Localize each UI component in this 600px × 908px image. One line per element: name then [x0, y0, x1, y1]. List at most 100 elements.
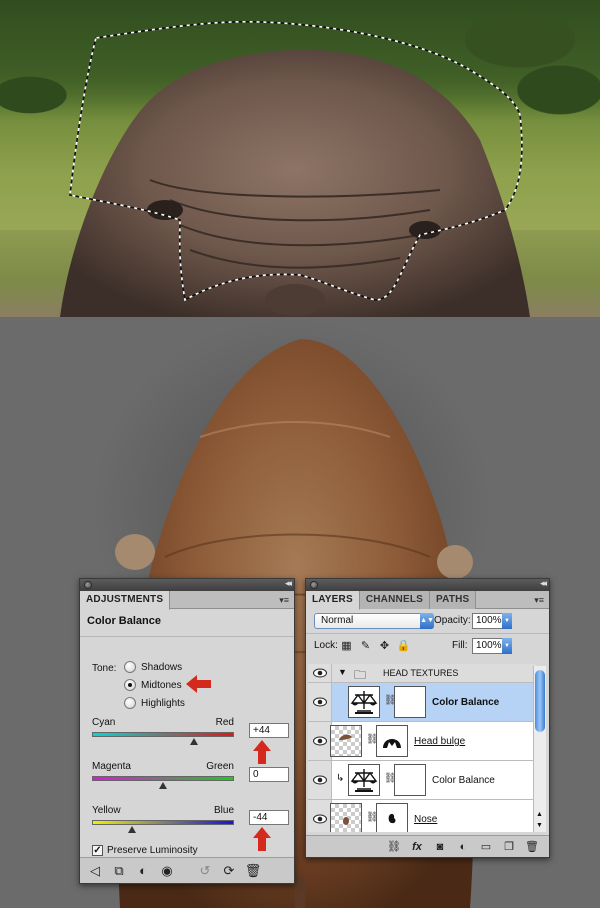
radio-shadows-button[interactable] [124, 661, 136, 673]
adjustments-panel: ◂◂ ADJUSTMENTS ▾≡ Color Balance Tone: Sh… [79, 578, 295, 884]
chevron-down-icon[interactable]: ▲▼ [420, 613, 434, 629]
layers-panel: ◂◂ LAYERS CHANNELS PATHS ▾≡ Normal ▲▼ Op… [305, 578, 550, 858]
yellow-blue-slider[interactable] [92, 820, 234, 825]
slider-green-label: Green [206, 761, 234, 772]
radio-shadows[interactable]: Shadows [124, 661, 182, 673]
layer-row-adjustment[interactable]: ⛓ Color Balance [308, 683, 536, 722]
cyan-red-slider-thumb[interactable] [190, 738, 199, 745]
lock-position-icon[interactable]: ✥ [378, 639, 391, 652]
magenta-green-slider[interactable] [92, 776, 234, 781]
color-balance-scale-icon [348, 764, 380, 796]
trash-icon[interactable]: 🗑 [244, 862, 262, 880]
collapse-panel-icon[interactable]: ◂◂ [285, 578, 292, 589]
cyan-red-slider[interactable] [92, 732, 234, 737]
radio-midtones-button[interactable] [124, 679, 136, 691]
yellow-blue-labels: Yellow Blue [92, 805, 234, 816]
scrollbar-thumb[interactable] [535, 670, 545, 732]
annotation-arrow-left-icon [186, 675, 211, 693]
radio-highlights-label: Highlights [141, 697, 185, 709]
clipping-arrow-icon: ↳ [336, 773, 345, 784]
blend-mode-value: Normal [321, 615, 354, 626]
visibility-eye-icon[interactable] [308, 664, 332, 682]
lock-transparency-icon[interactable]: ▦ [340, 639, 353, 652]
layer-name: Color Balance [432, 697, 500, 708]
layer-thumbnail[interactable] [330, 725, 362, 757]
cyan-red-labels: Cyan Red [92, 717, 234, 728]
opacity-label: Opacity: [434, 615, 471, 626]
lock-all-icon[interactable]: 🔒 [397, 639, 411, 652]
layer-name: Nose [414, 814, 438, 825]
lock-label: Lock: [314, 640, 338, 651]
chevron-down-icon[interactable]: ▼ [502, 613, 512, 629]
layer-name: Head bulge [414, 736, 466, 747]
layer-mask-thumbnail[interactable] [376, 725, 408, 757]
adjustments-footer: ◁ ⧉ ◐ ◉ ↺ ⟳ 🗑 [80, 857, 294, 883]
slider-yellow-label: Yellow [92, 805, 121, 816]
preserve-luminosity-row[interactable]: ✓ Preserve Luminosity [92, 845, 198, 856]
lock-icons: ▦ ✎ ✥ 🔒 [340, 639, 410, 652]
cyan-red-value-field[interactable]: +44 [249, 723, 289, 738]
yellow-blue-slider-thumb[interactable] [127, 826, 136, 833]
yellow-blue-value-field[interactable]: -44 [249, 810, 289, 825]
layer-row-pixel[interactable]: ⛓ Head bulge [308, 722, 536, 761]
scroll-up-arrow-icon[interactable]: ▲ [536, 811, 543, 818]
preserve-luminosity-checkbox[interactable]: ✓ [92, 845, 103, 856]
layers-scrollbar[interactable]: ▲ ▼ [533, 666, 546, 832]
group-expand-triangle-icon[interactable]: ▼ [338, 667, 347, 677]
layer-row-adjustment[interactable]: ↳ ⛓ Color Balance [308, 761, 536, 800]
tab-channels[interactable]: CHANNELS [359, 591, 431, 609]
fx-icon[interactable]: fx [410, 841, 424, 853]
slider-magenta-label: Magenta [92, 761, 131, 772]
panel-menu-icon[interactable]: ▾≡ [534, 595, 544, 606]
panel-titlebar: ◂◂ [80, 578, 294, 591]
tab-adjustments[interactable]: ADJUSTMENTS [80, 591, 171, 610]
previous-state-icon[interactable]: ↺ [196, 862, 214, 880]
clip-to-layer-icon[interactable]: ◐ [134, 862, 152, 880]
reference-photo-elephant [0, 0, 600, 317]
opacity-field[interactable]: 100% ▼ [472, 613, 512, 629]
lock-pixels-icon[interactable]: ✎ [359, 639, 372, 652]
radio-highlights[interactable]: Highlights [124, 697, 185, 709]
chevron-down-icon[interactable]: ▼ [502, 638, 512, 654]
tab-layers[interactable]: LAYERS [306, 591, 360, 610]
slider-cyan-label: Cyan [92, 717, 116, 728]
magenta-green-labels: Magenta Green [92, 761, 234, 772]
visibility-eye-icon[interactable] [308, 722, 332, 760]
add-mask-icon[interactable]: ◙ [433, 841, 447, 853]
opacity-value: 100% [476, 615, 502, 626]
new-layer-icon[interactable]: ❐ [502, 840, 516, 853]
tab-paths[interactable]: PATHS [430, 591, 477, 609]
fill-field[interactable]: 100% ▼ [472, 638, 512, 654]
reset-icon[interactable]: ⟳ [220, 862, 238, 880]
radio-highlights-button[interactable] [124, 697, 136, 709]
fill-value: 100% [476, 640, 502, 651]
panel-menu-icon[interactable]: ▾≡ [279, 595, 289, 606]
layer-row-pixel[interactable]: ⛓ Nose [308, 800, 536, 832]
expand-view-icon[interactable]: ⧉ [110, 862, 128, 880]
scroll-down-arrow-icon[interactable]: ▼ [536, 822, 543, 829]
visibility-eye-icon[interactable] [308, 800, 332, 832]
layer-mask-thumbnail[interactable] [376, 803, 408, 832]
link-layers-icon[interactable]: ⛓ [387, 840, 401, 853]
layer-list: ▼ 🗀 HEAD TEXTURES ⛓ Color Balance ⛓ Head… [308, 664, 536, 832]
fill-label: Fill: [452, 640, 468, 651]
visibility-eye-icon[interactable]: ◉ [158, 862, 176, 880]
adjustment-title: Color Balance [80, 609, 294, 637]
visibility-eye-icon[interactable] [308, 761, 332, 799]
layer-mask-thumbnail[interactable] [394, 764, 426, 796]
layer-row-group[interactable]: ▼ 🗀 HEAD TEXTURES [308, 664, 536, 683]
magenta-green-value-field[interactable]: 0 [249, 767, 289, 782]
radio-midtones[interactable]: Midtones [124, 679, 182, 691]
back-arrow-icon[interactable]: ◁ [86, 862, 104, 880]
layer-thumbnail[interactable] [330, 803, 362, 832]
new-adjustment-icon[interactable]: ◐ [456, 841, 470, 853]
layer-mask-thumbnail[interactable] [394, 686, 426, 718]
close-panel-button[interactable] [84, 581, 92, 589]
blend-mode-select[interactable]: Normal ▲▼ [314, 613, 434, 629]
close-panel-button[interactable] [310, 581, 318, 589]
collapse-panel-icon[interactable]: ◂◂ [540, 578, 547, 589]
trash-icon[interactable]: 🗑 [525, 840, 539, 853]
new-group-icon[interactable]: ▭ [479, 840, 493, 853]
visibility-eye-icon[interactable] [308, 683, 332, 721]
magenta-green-slider-thumb[interactable] [159, 782, 167, 789]
